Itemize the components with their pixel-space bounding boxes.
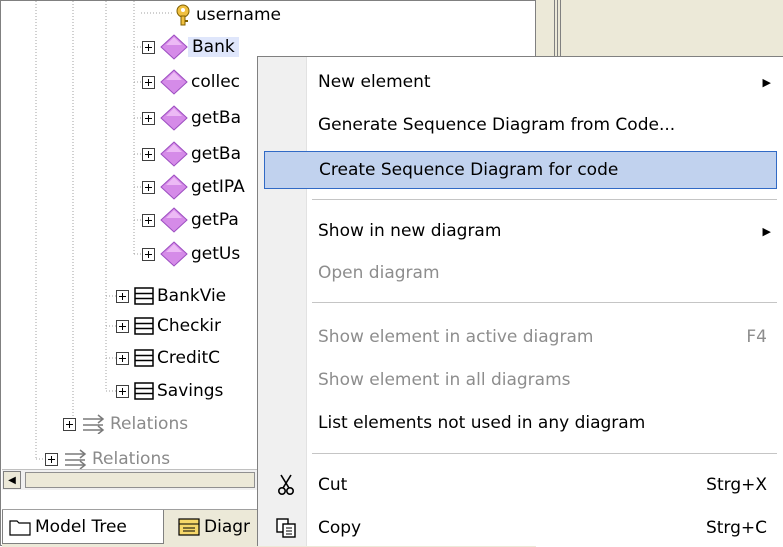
splitter-line <box>557 0 558 60</box>
tree-node-label: Bank <box>188 37 239 57</box>
submenu-arrow-icon: ▶ <box>762 224 771 238</box>
tab-label: Model Tree <box>35 516 127 537</box>
operation-icon <box>160 141 188 167</box>
class-icon <box>134 349 154 367</box>
menu-item-cut[interactable]: Cut Strg+X <box>264 466 777 504</box>
triangle-left-icon: ◀ <box>8 474 16 486</box>
tree-node-label: Checkir <box>157 316 222 336</box>
expand-icon[interactable] <box>116 319 129 333</box>
menu-separator <box>312 453 777 454</box>
menu-separator <box>312 199 777 200</box>
operation-icon <box>160 241 188 267</box>
tree-node-label: BankVie <box>157 286 227 306</box>
menu-item-label: New element <box>318 72 431 92</box>
menu-item-label: Create Sequence Diagram for code <box>319 160 619 180</box>
copy-icon <box>274 516 298 540</box>
operation-icon <box>160 105 188 131</box>
tree-node-label: Relations <box>110 414 189 434</box>
tree-node-username[interactable]: username <box>173 1 281 29</box>
scroll-thumb[interactable] <box>25 472 255 488</box>
tree-node-label: username <box>196 5 281 25</box>
scissors-icon <box>274 473 298 497</box>
menu-item-generate-sequence-diagram[interactable]: Generate Sequence Diagram from Code... <box>264 106 777 144</box>
expand-icon[interactable] <box>116 351 129 365</box>
expand-icon[interactable] <box>116 289 129 303</box>
tree-node-operation[interactable]: Bank <box>142 33 239 61</box>
expand-icon[interactable] <box>142 213 155 227</box>
tree-node-label: Savings <box>157 381 224 401</box>
tree-node-label: CreditC <box>157 348 220 368</box>
splitter-line <box>554 0 555 60</box>
menu-item-label: Cut <box>318 475 348 495</box>
menu-item-label: Open diagram <box>318 263 440 283</box>
operation-icon <box>160 69 188 95</box>
tree-node-class[interactable]: CreditC <box>116 344 220 372</box>
expand-icon[interactable] <box>142 75 155 89</box>
tab-model-tree[interactable]: Model Tree <box>2 510 164 544</box>
expand-icon[interactable] <box>142 247 155 261</box>
tab-diagram-tree[interactable]: Diagr <box>172 510 262 544</box>
menu-item-label: Show element in all diagrams <box>318 370 571 390</box>
tree-node-operation[interactable]: collec <box>142 68 240 96</box>
context-menu: New element ▶ Generate Sequence Diagram … <box>257 56 783 546</box>
key-icon <box>173 3 193 27</box>
tree-node-relations[interactable]: Relations <box>63 410 188 438</box>
tree-node-label: getBa <box>191 144 241 164</box>
operation-icon <box>160 207 188 233</box>
menu-item-label: Show element in active diagram <box>318 327 594 347</box>
tree-node-class[interactable]: Checkir <box>116 312 221 340</box>
menu-item-show-element-in-active-diagram[interactable]: Show element in active diagram F4 <box>264 318 777 356</box>
tab-label: Diagr <box>204 517 251 537</box>
menu-item-show-element-in-all-diagrams[interactable]: Show element in all diagrams <box>264 361 777 399</box>
expand-icon[interactable] <box>142 147 155 161</box>
relations-icon <box>81 414 107 434</box>
scroll-left-button[interactable]: ◀ <box>3 471 21 489</box>
menu-item-show-in-new-diagram[interactable]: Show in new diagram ▶ <box>264 212 777 250</box>
class-icon <box>134 317 154 335</box>
menu-item-label: Generate Sequence Diagram from Code... <box>318 115 676 135</box>
tree-node-label: getIPA <box>191 177 245 197</box>
menu-item-shortcut: F4 <box>746 327 767 347</box>
menu-item-label: List elements not used in any diagram <box>318 413 646 433</box>
relations-icon <box>63 449 89 469</box>
operation-icon <box>160 34 188 60</box>
diagram-icon <box>178 518 200 536</box>
expand-icon[interactable] <box>45 452 58 466</box>
tree-node-operation[interactable]: getBa <box>142 104 241 132</box>
submenu-arrow-icon: ▶ <box>762 75 771 89</box>
tree-node-label: getPa <box>191 210 239 230</box>
menu-item-copy[interactable]: Copy Strg+C <box>264 509 777 547</box>
tree-node-class[interactable]: BankVie <box>116 282 226 310</box>
expand-icon[interactable] <box>142 111 155 125</box>
menu-separator <box>312 302 777 303</box>
splitter-line <box>560 0 561 60</box>
tree-node-label: collec <box>191 72 240 92</box>
menu-item-label: Show in new diagram <box>318 221 502 241</box>
menu-item-list-unused-elements[interactable]: List elements not used in any diagram <box>264 404 777 442</box>
tree-node-label: getBa <box>191 108 241 128</box>
folder-icon <box>9 518 31 536</box>
tree-node-operation[interactable]: getUs <box>142 240 240 268</box>
tree-node-class[interactable]: Savings <box>116 377 223 405</box>
tree-node-operation[interactable]: getPa <box>142 206 239 234</box>
operation-icon <box>160 174 188 200</box>
class-icon <box>134 287 154 305</box>
menu-item-shortcut: Strg+X <box>706 475 767 495</box>
menu-item-new-element[interactable]: New element ▶ <box>264 63 777 101</box>
expand-icon[interactable] <box>142 180 155 194</box>
menu-item-open-diagram[interactable]: Open diagram <box>264 254 777 292</box>
menu-item-label: Copy <box>318 518 362 538</box>
expand-icon[interactable] <box>63 417 76 431</box>
tree-node-operation[interactable]: getIPA <box>142 173 245 201</box>
menu-item-create-sequence-diagram[interactable]: Create Sequence Diagram for code <box>264 151 777 189</box>
expand-icon[interactable] <box>142 40 155 54</box>
expand-icon[interactable] <box>116 384 129 398</box>
tree-node-operation[interactable]: getBa <box>142 140 241 168</box>
tree-node-label: getUs <box>191 244 241 264</box>
menu-item-shortcut: Strg+C <box>705 518 767 538</box>
tree-node-label: Relations <box>92 449 171 469</box>
class-icon <box>134 382 154 400</box>
